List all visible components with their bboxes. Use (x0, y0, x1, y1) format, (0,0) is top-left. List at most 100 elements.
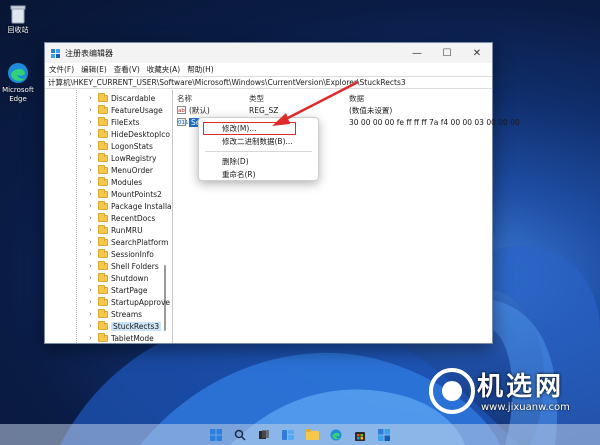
window-title: 注册表编辑器 (65, 48, 113, 58)
tree-key-label: Modules (111, 177, 143, 187)
tree-key-item[interactable]: › HideDesktopIco (89, 128, 170, 140)
chevron-right-icon[interactable]: › (89, 334, 96, 342)
folder-icon (98, 260, 108, 270)
tree-key-item[interactable]: › Shell Folders (89, 260, 159, 272)
tree-key-item[interactable]: › SearchPlatform (89, 236, 168, 248)
tree-key-item[interactable]: › FileExts (89, 116, 140, 128)
chevron-right-icon[interactable]: › (89, 106, 96, 114)
taskbar-file-explorer[interactable] (305, 428, 319, 441)
reg-string-icon: ab (177, 106, 186, 114)
tree-key-label: RecentDocs (111, 213, 156, 223)
key-tree-pane: › Discardable › FeatureUsage › FileExts › HideD… (45, 90, 173, 343)
menu-view[interactable]: 查看(V) (114, 64, 140, 75)
tree-key-item[interactable]: › RecentDocs (89, 212, 155, 224)
chevron-right-icon[interactable]: › (89, 286, 96, 294)
tree-key-label: LogonStats (111, 141, 153, 151)
tree-key-item[interactable]: › Modules (89, 176, 142, 188)
column-header-name[interactable]: 名称 (177, 93, 192, 104)
tree-key-item[interactable]: › SessionInfo (89, 248, 154, 260)
tree-key-item[interactable]: › StuckRects3 (89, 320, 162, 332)
regedit-app-icon (378, 428, 390, 441)
chevron-right-icon[interactable]: › (89, 310, 96, 318)
chevron-right-icon[interactable]: › (89, 274, 96, 282)
tree-key-label: LowRegistry (111, 153, 157, 163)
taskbar-store[interactable] (354, 428, 367, 441)
tree-key-item[interactable]: › LowRegistry (89, 152, 156, 164)
menu-file[interactable]: 文件(F) (49, 64, 74, 75)
tree-key-item[interactable]: › RunMRU (89, 224, 143, 236)
chevron-right-icon[interactable]: › (89, 190, 96, 198)
chevron-right-icon[interactable]: › (89, 118, 96, 126)
minimize-button[interactable]: — (402, 43, 432, 63)
taskbar (0, 424, 600, 445)
watermark-url: www.jixuanw.com (481, 402, 570, 413)
registry-editor-window: 注册表编辑器 — ☐ ✕ 文件(F) 编辑(E) 查看(V) 收藏夹(A) 帮助… (44, 42, 520, 344)
edge-shortcut[interactable]: Microsoft Edge (0, 62, 38, 104)
watermark-brand: 机选网 (477, 372, 565, 402)
maximize-button[interactable]: ☐ (432, 43, 462, 63)
tree-key-label: FileExts (111, 117, 140, 127)
chevron-right-icon[interactable]: › (89, 178, 96, 186)
folder-icon (98, 188, 108, 198)
folder-icon (98, 212, 108, 222)
menu-item-modify-binary[interactable]: 修改二进制数据(B)... (199, 135, 318, 148)
folder-icon (98, 128, 108, 138)
tree-key-item[interactable]: › Shutdown (89, 272, 148, 284)
menu-separator (205, 151, 312, 152)
tree-key-label: HideDesktopIco (111, 129, 170, 139)
title-bar[interactable]: 注册表编辑器 — ☐ ✕ (45, 43, 492, 63)
close-button[interactable]: ✕ (462, 43, 492, 63)
tree-key-item[interactable]: › TabletMode (89, 332, 154, 343)
start-button[interactable] (210, 428, 223, 441)
folder-icon (98, 200, 108, 210)
folder-icon (98, 320, 108, 330)
chevron-right-icon[interactable]: › (89, 166, 96, 174)
tree-key-label: StartPage (111, 285, 148, 295)
chevron-right-icon[interactable]: › (89, 322, 96, 330)
value-name: (默认) (189, 105, 210, 115)
taskbar-edge[interactable] (330, 428, 343, 441)
recycle-bin-shortcut[interactable]: 回收站 (0, 4, 38, 35)
folder-icon (98, 308, 108, 318)
taskbar-widgets[interactable] (282, 428, 295, 441)
widgets-icon (282, 429, 294, 440)
chevron-right-icon[interactable]: › (89, 298, 96, 306)
taskbar-task-view[interactable] (258, 428, 271, 441)
menu-item-modify[interactable]: 修改(M)... (203, 122, 296, 135)
tree-key-item[interactable]: › Discardable (89, 92, 155, 104)
taskbar-search[interactable] (234, 428, 247, 441)
edge-icon (330, 429, 342, 440)
chevron-right-icon[interactable]: › (89, 94, 96, 102)
column-header-data[interactable]: 数据 (349, 93, 364, 104)
chevron-right-icon[interactable]: › (89, 262, 96, 270)
menu-item-delete[interactable]: 删除(D) (199, 155, 318, 168)
chevron-right-icon[interactable]: › (89, 250, 96, 258)
menu-help[interactable]: 帮助(H) (187, 64, 214, 75)
chevron-right-icon[interactable]: › (89, 130, 96, 138)
chevron-right-icon[interactable]: › (89, 142, 96, 150)
taskbar-regedit[interactable] (378, 428, 391, 441)
tree-key-item[interactable]: › LogonStats (89, 140, 153, 152)
folder-icon (98, 236, 108, 246)
menu-edit[interactable]: 编辑(E) (81, 64, 107, 75)
chevron-right-icon[interactable]: › (89, 154, 96, 162)
tree-key-item[interactable]: › FeatureUsage (89, 104, 163, 116)
chevron-right-icon[interactable]: › (89, 238, 96, 246)
tree-key-label: TabletMode (111, 333, 154, 343)
chevron-right-icon[interactable]: › (89, 226, 96, 234)
tree-key-item[interactable]: › MenuOrder (89, 164, 153, 176)
tree-key-item[interactable]: › Streams (89, 308, 142, 320)
tree-key-label: Discardable (111, 93, 156, 103)
tree-key-item[interactable]: › StartPage (89, 284, 147, 296)
chevron-right-icon[interactable]: › (89, 202, 96, 210)
menu-item-rename[interactable]: 重命名(R) (199, 168, 318, 181)
address-bar[interactable]: 计算机\HKEY_CURRENT_USER\Software\Microsoft… (45, 76, 492, 89)
column-header-type[interactable]: 类型 (249, 93, 264, 104)
regedit-app-icon (51, 48, 60, 58)
value-row-default[interactable]: ab (默认) (177, 104, 210, 116)
tree-key-item[interactable]: › StartupApprove (89, 296, 170, 308)
tree-key-item[interactable]: › MountPoints2 (89, 188, 162, 200)
menu-favorites[interactable]: 收藏夹(A) (147, 64, 180, 75)
chevron-right-icon[interactable]: › (89, 214, 96, 222)
tree-key-item[interactable]: › Package Installa (89, 200, 172, 212)
